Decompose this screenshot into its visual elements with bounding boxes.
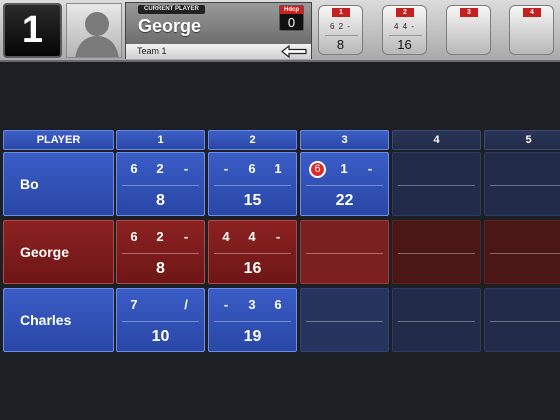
throw-3: - bbox=[367, 161, 373, 176]
frame-header-3: 3 bbox=[300, 130, 389, 150]
cell-divider bbox=[214, 321, 291, 322]
handicap-value: 0 bbox=[287, 15, 296, 30]
frame-button-throws: 6 2 - bbox=[329, 22, 351, 31]
throw-2: 3 bbox=[248, 297, 256, 312]
frame-total: 22 bbox=[335, 192, 354, 209]
frame-total: 16 bbox=[243, 260, 262, 277]
throw-1: 4 bbox=[222, 229, 230, 244]
cell-divider bbox=[122, 185, 199, 186]
throw-1: 7 bbox=[130, 297, 138, 312]
team-name: Team 1 bbox=[137, 46, 167, 56]
throw-1: - bbox=[223, 161, 229, 176]
empty-score-cell[interactable] bbox=[484, 220, 560, 284]
cell-divider bbox=[214, 253, 291, 254]
player-avatar-icon[interactable] bbox=[66, 3, 122, 58]
player-name-cell-active[interactable]: George bbox=[3, 220, 114, 284]
frame-button-total: 16 bbox=[397, 37, 412, 52]
cell-divider bbox=[398, 185, 475, 186]
throw-1: 6 bbox=[130, 161, 138, 176]
current-player-panel: CURRENT PLAYER George Hdcp 0 Team 1 bbox=[125, 2, 312, 59]
empty-score-cell[interactable] bbox=[392, 220, 481, 284]
frame-button-1[interactable]: 1 6 2 - 8 bbox=[318, 5, 363, 55]
player-name-cell[interactable]: Bo bbox=[3, 152, 114, 216]
throw-1: 6 bbox=[130, 229, 138, 244]
cell-divider bbox=[398, 253, 475, 254]
back-arrow-icon[interactable] bbox=[280, 44, 308, 59]
empty-score-cell[interactable] bbox=[300, 288, 389, 352]
frame-header-5: 5 bbox=[484, 130, 560, 150]
player-column-header: PLAYER bbox=[3, 130, 114, 150]
frame-button-throws: 4 4 - bbox=[393, 22, 415, 31]
split-marker-icon: 6 bbox=[309, 161, 326, 178]
cell-divider bbox=[490, 185, 560, 186]
score-cell[interactable]: - 6 1 15 bbox=[208, 152, 297, 216]
empty-score-cell[interactable] bbox=[484, 152, 560, 216]
frame-button-divider bbox=[325, 35, 358, 36]
cell-divider bbox=[306, 321, 383, 322]
throw-2: 6 bbox=[248, 161, 256, 176]
score-cell[interactable]: 7 / 10 bbox=[116, 288, 205, 352]
score-cell[interactable]: - 3 6 19 bbox=[208, 288, 297, 352]
frame-header-1: 1 bbox=[116, 130, 205, 150]
team-strip: Team 1 bbox=[126, 44, 311, 59]
cell-divider bbox=[398, 321, 475, 322]
cell-divider bbox=[306, 253, 383, 254]
throw-2: 2 bbox=[156, 229, 164, 244]
frame-total: 15 bbox=[243, 192, 262, 209]
cell-divider bbox=[122, 321, 199, 322]
score-cell[interactable]: 4 4 - 16 bbox=[208, 220, 297, 284]
frame-button-number: 1 bbox=[332, 8, 350, 17]
frame-total: 10 bbox=[151, 328, 170, 345]
cell-divider bbox=[122, 253, 199, 254]
handicap-box[interactable]: Hdcp 0 bbox=[279, 5, 304, 31]
frame-total: 8 bbox=[156, 260, 165, 277]
lane-number: 1 bbox=[3, 3, 62, 58]
frame-button-number: 3 bbox=[460, 8, 478, 17]
throw-3: 6 bbox=[274, 297, 282, 312]
cell-divider bbox=[490, 321, 560, 322]
throw-1: - bbox=[223, 297, 229, 312]
frame-total: 8 bbox=[156, 192, 165, 209]
current-frame-cell[interactable] bbox=[300, 220, 389, 284]
player-name-cell[interactable]: Charles bbox=[3, 288, 114, 352]
cell-divider bbox=[306, 185, 383, 186]
frame-button-4[interactable]: 4 bbox=[509, 5, 554, 55]
current-player-label: CURRENT PLAYER bbox=[138, 5, 205, 14]
frame-button-number: 4 bbox=[523, 8, 541, 17]
empty-score-cell[interactable] bbox=[392, 152, 481, 216]
frame-total: 19 bbox=[243, 328, 262, 345]
frame-button-total: 8 bbox=[336, 37, 345, 52]
throw-2: 4 bbox=[248, 229, 256, 244]
frame-button-3[interactable]: 3 bbox=[446, 5, 491, 55]
score-cell[interactable]: 6 2 - 8 bbox=[116, 220, 205, 284]
throw-2: 1 bbox=[340, 161, 348, 176]
throw-3: - bbox=[183, 229, 189, 244]
throw-3: / bbox=[184, 297, 188, 312]
frame-button-divider bbox=[389, 35, 422, 36]
frame-button-2[interactable]: 2 4 4 - 16 bbox=[382, 5, 427, 55]
empty-score-cell[interactable] bbox=[392, 288, 481, 352]
current-player-name: George bbox=[138, 16, 202, 36]
score-cell[interactable]: 6 2 - 8 bbox=[116, 152, 205, 216]
throw-2: 2 bbox=[156, 161, 164, 176]
handicap-label: Hdcp bbox=[280, 6, 303, 14]
throw-3: - bbox=[275, 229, 281, 244]
top-bar: 1 CURRENT PLAYER George Hdcp 0 Team 1 1 … bbox=[0, 0, 560, 62]
frame-button-number: 2 bbox=[396, 8, 414, 17]
score-cell[interactable]: 6 1 - 22 bbox=[300, 152, 389, 216]
frame-header-2: 2 bbox=[208, 130, 297, 150]
empty-score-cell[interactable] bbox=[484, 288, 560, 352]
cell-divider bbox=[214, 185, 291, 186]
cell-divider bbox=[490, 253, 560, 254]
throw-3: 1 bbox=[274, 161, 282, 176]
frame-header-4: 4 bbox=[392, 130, 481, 150]
throw-3: - bbox=[183, 161, 189, 176]
